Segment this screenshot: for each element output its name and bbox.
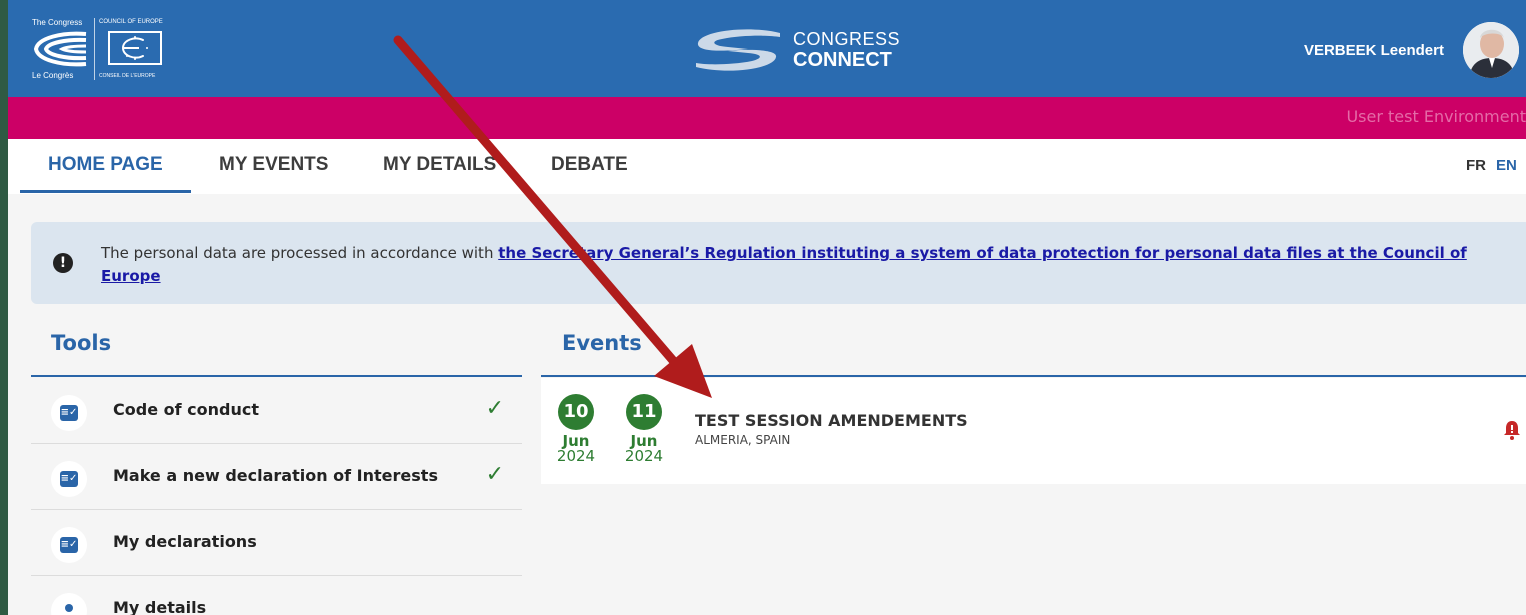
coe-emblem-icon bbox=[108, 31, 162, 65]
tool-my-details[interactable]: My details bbox=[31, 576, 522, 615]
end-year: 2024 bbox=[624, 447, 664, 465]
user-photo bbox=[1463, 22, 1519, 78]
brand-title-top: CONGRESS bbox=[793, 29, 901, 49]
event-location: ALMERIA, SPAIN bbox=[695, 433, 791, 447]
person-icon bbox=[65, 604, 73, 612]
event-card[interactable]: 10 Jun 2024 11 Jun 2024 TEST SESSION AME… bbox=[541, 378, 1526, 484]
environment-banner: User test Environment bbox=[8, 97, 1526, 139]
lang-fr[interactable]: FR bbox=[1466, 157, 1486, 174]
events-divider bbox=[541, 375, 1526, 377]
event-end-date: 11 Jun 2024 bbox=[624, 394, 664, 464]
logo-text-coe: COUNCIL OF EUROPE bbox=[99, 19, 163, 25]
check-icon: ✓ bbox=[485, 462, 504, 487]
tool-label: Make a new declaration of Interests bbox=[113, 466, 438, 485]
brand-swoosh-icon bbox=[696, 29, 780, 71]
main-nav: HOME PAGE MY EVENTS MY DETAILS DEBATE FR… bbox=[8, 139, 1526, 194]
congress-swoosh-icon bbox=[33, 31, 87, 67]
start-year: 2024 bbox=[556, 447, 596, 465]
notice-intro: The personal data are processed in accor… bbox=[101, 244, 499, 262]
environment-label: User test Environment bbox=[1346, 107, 1526, 126]
data-protection-notice: ! The personal data are processed in acc… bbox=[31, 222, 1526, 304]
top-header: The Congress COUNCIL OF EUROPE Le Congrè… bbox=[8, 0, 1526, 97]
checklist-icon: ≡✓ bbox=[60, 537, 78, 553]
tool-label: Code of conduct bbox=[113, 400, 259, 419]
tools-title: Tools bbox=[51, 331, 112, 355]
tab-my-details[interactable]: MY DETAILS bbox=[383, 154, 496, 176]
logo-divider bbox=[94, 18, 95, 80]
check-icon: ✓ bbox=[485, 396, 504, 421]
user-name[interactable]: VERBEEK Leendert bbox=[1304, 42, 1444, 59]
logo-text-coe-fr: CONSEIL DE L'EUROPE bbox=[99, 73, 156, 79]
active-tab-indicator bbox=[20, 190, 191, 193]
tool-label: My declarations bbox=[113, 532, 257, 551]
lang-en[interactable]: EN bbox=[1496, 157, 1517, 174]
congress-connect-brand[interactable]: CONGRESS CONNECT bbox=[688, 25, 900, 75]
start-day: 10 bbox=[558, 394, 594, 430]
tool-new-declaration[interactable]: ≡✓ Make a new declaration of Interests ✓ bbox=[31, 444, 522, 510]
events-title: Events bbox=[562, 331, 642, 355]
tools-divider bbox=[31, 375, 522, 377]
event-title: TEST SESSION AMENDEMENTS bbox=[695, 411, 968, 430]
tab-debate[interactable]: DEBATE bbox=[551, 154, 628, 176]
tab-home-page[interactable]: HOME PAGE bbox=[48, 154, 163, 176]
bell-alert-icon[interactable] bbox=[1503, 420, 1521, 440]
exclamation-icon: ! bbox=[53, 253, 73, 273]
tool-code-of-conduct[interactable]: ≡✓ Code of conduct ✓ bbox=[31, 378, 522, 444]
avatar[interactable] bbox=[1463, 22, 1519, 78]
tab-my-events[interactable]: MY EVENTS bbox=[219, 154, 328, 176]
tool-label: My details bbox=[113, 598, 207, 615]
notice-text: The personal data are processed in accor… bbox=[101, 242, 1491, 288]
tools-list: ≡✓ Code of conduct ✓ ≡✓ Make a new decla… bbox=[31, 378, 522, 615]
logo-text-fr: Le Congrès bbox=[32, 71, 74, 80]
congress-logo[interactable]: The Congress COUNCIL OF EUROPE Le Congrè… bbox=[32, 18, 174, 80]
logo-text-en: The Congress bbox=[32, 18, 83, 27]
tool-my-declarations[interactable]: ≡✓ My declarations bbox=[31, 510, 522, 576]
end-day: 11 bbox=[626, 394, 662, 430]
checklist-icon: ≡✓ bbox=[60, 405, 78, 421]
brand-title-bottom: CONNECT bbox=[793, 49, 892, 71]
event-start-date: 10 Jun 2024 bbox=[556, 394, 596, 464]
checklist-icon: ≡✓ bbox=[60, 471, 78, 487]
app-window: The Congress COUNCIL OF EUROPE Le Congrè… bbox=[8, 0, 1526, 615]
